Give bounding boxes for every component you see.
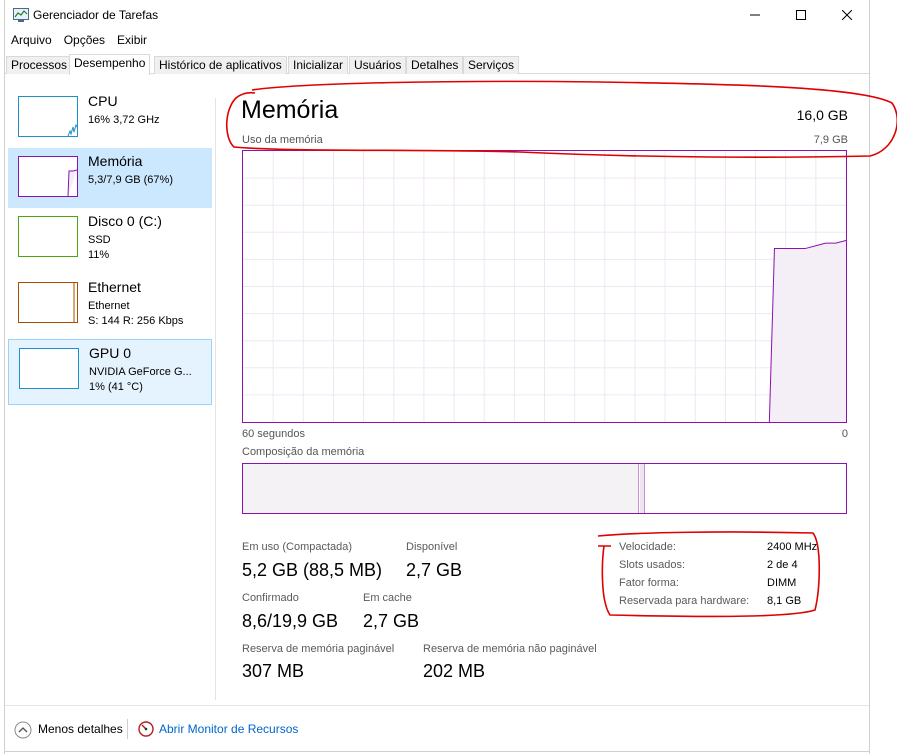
sidebar-detail-2: S: 144 R: 256 Kbps [88, 315, 184, 327]
cpu-thumbnail [18, 96, 78, 137]
window-title: Gerenciador de Tarefas [33, 8, 159, 22]
sidebar-detail-2: 1% (41 °C) [89, 381, 143, 393]
minimize-button[interactable] [732, 0, 778, 30]
fewer-details-label: Menos detalhes [38, 722, 123, 736]
composition-in-use [243, 464, 639, 513]
sidebar-detail: Ethernet [88, 300, 130, 312]
tab-detalhes[interactable]: Detalhes [406, 56, 464, 74]
resource-monitor-icon [138, 721, 154, 737]
footer: Menos detalhes Abrir Monitor de Recursos [5, 705, 869, 751]
sidebar-name: CPU [88, 93, 118, 109]
available-label: Disponível [406, 541, 458, 553]
ethernet-thumbnail [18, 282, 78, 323]
sidebar-name: Disco 0 (C:) [88, 213, 162, 229]
slots-value: 2 de 4 [767, 559, 798, 571]
sidebar-name: Ethernet [88, 279, 141, 295]
sidebar-item-cpu[interactable]: CPU 16% 3,72 GHz [8, 88, 212, 148]
tab-inicializar[interactable]: Inicializar [288, 56, 349, 74]
time-axis-right: 0 [841, 428, 848, 440]
hardware-reserved-value: 8,1 GB [767, 595, 802, 607]
sidebar-detail: SSD [88, 234, 111, 246]
memory-composition-bar [242, 463, 847, 514]
in-use-label: Em uso (Compactada) [242, 541, 353, 553]
tab-desempenho[interactable]: Desempenho [69, 54, 151, 75]
sidebar-item-ethernet[interactable]: Ethernet Ethernet S: 144 R: 256 Kbps [8, 274, 212, 334]
cached-label: Em cache [363, 592, 412, 604]
slots-label: Slots usados: [619, 559, 686, 571]
nonpaged-pool-value: 202 MB [423, 661, 486, 681]
in-use-value: 5,2 GB (88,5 MB) [242, 560, 383, 580]
committed-value: 8,6/19,9 GB [242, 611, 339, 631]
window-border-left [4, 0, 5, 754]
sidebar-detail: 16% 3,72 GHz [88, 114, 160, 126]
task-manager-icon [13, 8, 29, 22]
usage-graph-label: Uso da memória [242, 134, 323, 146]
menu-opcoes[interactable]: Opções [58, 32, 111, 50]
task-manager-window: Gerenciador de Tarefas Arquivo Opções Ex… [0, 0, 897, 754]
close-button[interactable] [824, 0, 870, 30]
nonpaged-pool-label: Reserva de memória não paginável [423, 643, 597, 655]
tab-historico[interactable]: Histórico de aplicativos [154, 56, 287, 74]
menu-exibir[interactable]: Exibir [111, 32, 153, 50]
memory-usage-graph [242, 150, 847, 423]
hardware-reserved-label: Reservada para hardware: [619, 595, 750, 607]
paged-pool-value: 307 MB [242, 661, 305, 681]
window-border-bottom [4, 751, 870, 752]
menu-arquivo[interactable]: Arquivo [5, 32, 58, 50]
cached-value: 2,7 GB [363, 611, 420, 631]
maximize-button[interactable] [778, 0, 824, 30]
speed-label: Velocidade: [619, 541, 676, 553]
sidebar-detail-2: 11% [88, 249, 110, 261]
title-bar[interactable]: Gerenciador de Tarefas [5, 0, 869, 30]
speed-value: 2400 MHz [767, 541, 818, 553]
composition-label: Composição da memória [242, 446, 365, 458]
tab-processos[interactable]: Processos [6, 56, 73, 74]
available-value: 2,7 GB [406, 560, 463, 580]
paged-pool-label: Reserva de memória paginável [242, 643, 395, 655]
usage-graph-max: 7,9 GB [813, 134, 848, 146]
tab-usuarios[interactable]: Usuários [349, 56, 407, 74]
chevron-up-icon [14, 721, 32, 739]
committed-label: Confirmado [242, 592, 299, 604]
menu-bar: Arquivo Opções Exibir [5, 32, 153, 50]
usage-area [769, 240, 846, 422]
sidebar-detail: NVIDIA GeForce G... [89, 366, 192, 378]
disk-thumbnail [18, 216, 78, 257]
sidebar-detail: 5,3/7,9 GB (67%) [88, 174, 173, 186]
composition-modified [640, 464, 645, 513]
open-resource-monitor-label: Abrir Monitor de Recursos [159, 722, 299, 736]
tab-servicos[interactable]: Serviços [463, 56, 520, 74]
sidebar-item-gpu[interactable]: GPU 0 NVIDIA GeForce G... 1% (41 °C) [8, 339, 212, 405]
form-factor-value: DIMM [767, 577, 797, 589]
window-border-right [869, 0, 870, 754]
form-factor-label: Fator forma: [619, 577, 679, 589]
sidebar-divider [215, 98, 216, 700]
memory-total: 16,0 GB [796, 107, 848, 123]
memory-thumbnail [18, 156, 78, 197]
gpu-thumbnail [19, 348, 79, 389]
tab-strip: Processos Desempenho Histórico de aplica… [5, 54, 869, 75]
sidebar-name: Memória [88, 153, 143, 169]
sidebar-item-memory[interactable]: Memória 5,3/7,9 GB (67%) [8, 148, 212, 208]
page-title: Memória [241, 96, 339, 124]
sidebar-item-disk[interactable]: Disco 0 (C:) SSD 11% [8, 208, 212, 268]
footer-separator [127, 719, 128, 739]
time-axis-left: 60 segundos [242, 428, 305, 440]
sidebar-name: GPU 0 [89, 345, 132, 361]
